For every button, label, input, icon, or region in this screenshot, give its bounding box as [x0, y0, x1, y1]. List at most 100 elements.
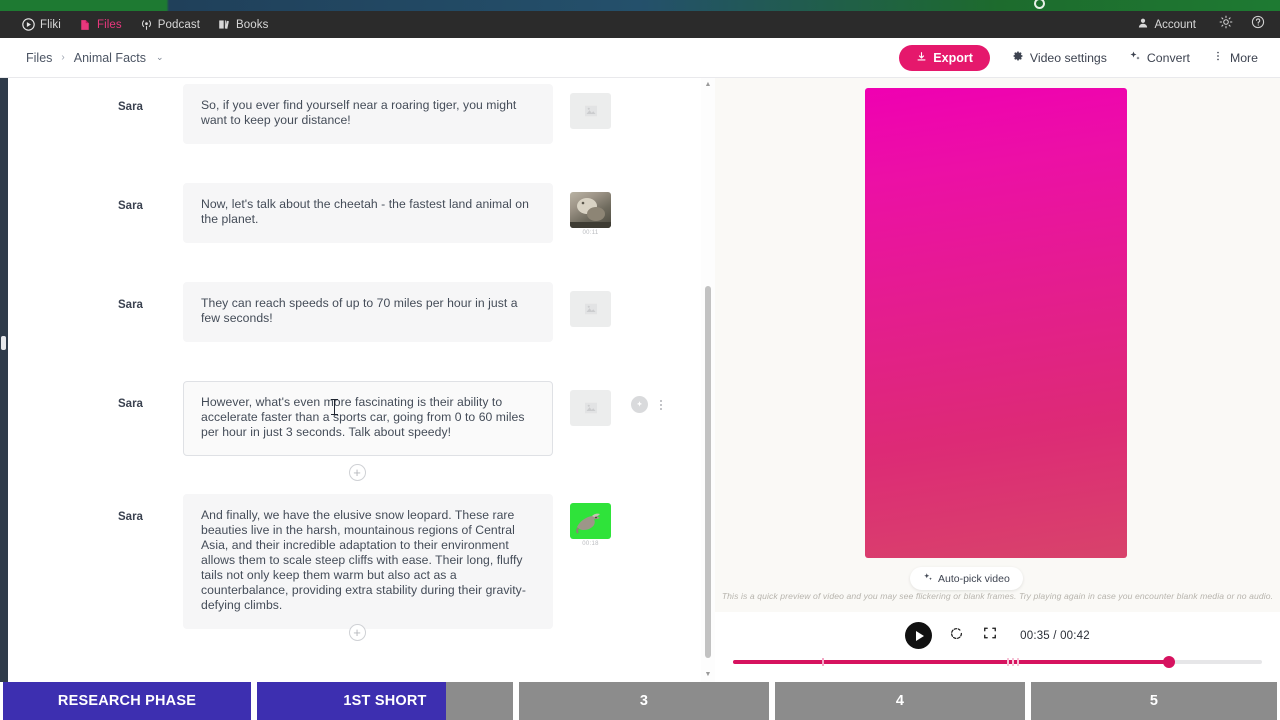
phase-item-4[interactable]: 4: [772, 682, 1028, 720]
video-settings-label: Video settings: [1029, 50, 1107, 65]
nav-item-files[interactable]: Files: [79, 18, 122, 31]
transcript-textbox[interactable]: However, what's even more fascinating is…: [183, 381, 553, 456]
phase-label: 5: [1149, 693, 1159, 709]
nav-item-books[interactable]: Books: [218, 18, 268, 31]
media-thumbnail[interactable]: [570, 291, 611, 327]
speaker-label: Sara: [118, 299, 143, 311]
image-placeholder-icon: [584, 105, 597, 117]
nav-item-files-label: Files: [96, 18, 122, 31]
media-thumbnail[interactable]: [570, 192, 611, 228]
fliki-logo-icon: [22, 18, 35, 31]
transcript-textbox[interactable]: And finally, we have the elusive snow le…: [183, 494, 553, 629]
auto-pick-video-button[interactable]: Auto-pick video: [910, 567, 1023, 590]
player-controls: 00:35 / 00:42: [715, 612, 1280, 682]
phase-item-research[interactable]: RESEARCH PHASE: [0, 682, 254, 720]
transcript-block: Sara They can reach speeds of up to 70 m…: [8, 282, 706, 342]
nav-item-podcast[interactable]: Podcast: [140, 18, 200, 31]
generate-media-button[interactable]: [631, 396, 648, 413]
transcript-media-slot: [553, 282, 703, 342]
phase-label: 1ST SHORT: [343, 693, 427, 709]
sparkle-icon: [1129, 50, 1141, 65]
speaker-label: Sara: [118, 398, 143, 410]
seek-segment-mark: [1012, 658, 1014, 666]
media-thumbnail[interactable]: [570, 93, 611, 129]
preview-note: This is a quick preview of video and you…: [721, 591, 1274, 601]
fullscreen-icon: [983, 626, 997, 645]
fullscreen-button[interactable]: [980, 626, 1000, 646]
replay-button[interactable]: [946, 626, 966, 646]
transcript-text-wrap: However, what's even more fascinating is…: [183, 381, 553, 456]
media-thumbnail[interactable]: [570, 503, 611, 539]
transcript-text-wrap: They can reach speeds of up to 70 miles …: [183, 282, 553, 342]
row-actions: [631, 396, 664, 413]
brand-fliki[interactable]: Fliki: [22, 18, 61, 31]
seek-fill: [733, 660, 1170, 664]
dot: [660, 407, 662, 410]
scroll-up-icon[interactable]: ▲: [704, 81, 712, 89]
transcript-block: Sara And finally, we have the elusive sn…: [8, 494, 706, 629]
sidebar-collapse-handle[interactable]: [1, 336, 6, 350]
file-icon: [79, 18, 92, 31]
brightness-icon: [1219, 15, 1233, 34]
snow-leopard-thumbnail-image: [576, 513, 600, 534]
add-block-button[interactable]: +: [348, 624, 366, 641]
more-label: More: [1229, 50, 1258, 65]
phase-label: 4: [895, 693, 905, 709]
transcript-scrollbar[interactable]: ▲ ▼: [701, 78, 715, 682]
transcript-block: Sara Now, let's talk about the cheetah -…: [8, 183, 706, 243]
account-button[interactable]: Account: [1137, 17, 1196, 32]
phase-progress-bar: RESEARCH PHASE 1ST SHORT 3 4 5: [0, 682, 1280, 720]
add-block-button[interactable]: +: [348, 464, 366, 481]
auto-pick-video-label: Auto-pick video: [938, 572, 1010, 585]
transcript-textbox[interactable]: So, if you ever find yourself near a roa…: [183, 84, 553, 144]
transcript-media-slot: 00:11: [553, 183, 703, 243]
row-more-button[interactable]: [658, 398, 664, 412]
transcript-text-wrap: And finally, we have the elusive snow le…: [183, 494, 553, 629]
speaker-label: Sara: [118, 200, 143, 212]
add-block-row: +: [8, 464, 706, 481]
convert-button[interactable]: Convert: [1129, 50, 1190, 65]
phase-item-3[interactable]: 3: [516, 682, 772, 720]
cheetah-thumbnail-image: [570, 198, 611, 228]
media-thumbnail[interactable]: [570, 390, 611, 426]
breadcrumb: Files › Animal Facts ⌄: [26, 51, 164, 65]
help-button[interactable]: [1248, 15, 1268, 35]
chevron-down-icon[interactable]: ⌄: [156, 52, 164, 63]
time-display: 00:35 / 00:42: [1020, 629, 1090, 642]
phase-label: RESEARCH PHASE: [57, 693, 197, 709]
transcript-panel: Sara So, if you ever find yourself near …: [8, 78, 706, 682]
theme-toggle-button[interactable]: [1216, 15, 1236, 35]
nav-item-podcast-label: Podcast: [157, 18, 200, 31]
play-button[interactable]: [905, 622, 933, 649]
video-preview-panel: Auto-pick video This is a quick preview …: [715, 78, 1280, 612]
brand-label: Fliki: [40, 18, 61, 31]
video-preview-canvas[interactable]: [865, 88, 1127, 558]
seek-bar[interactable]: [733, 656, 1262, 668]
transcript-media-slot: 00:18: [553, 494, 703, 629]
phase-item-5[interactable]: 5: [1028, 682, 1280, 720]
more-button[interactable]: More: [1212, 50, 1258, 65]
image-placeholder-icon: [584, 303, 597, 315]
seek-handle[interactable]: [1163, 656, 1175, 668]
transcript-text-wrap: Now, let's talk about the cheetah - the …: [183, 183, 553, 243]
transcript-block: Sara So, if you ever find yourself near …: [8, 84, 706, 144]
export-label: Export: [933, 50, 973, 65]
play-icon: [915, 630, 924, 641]
breadcrumb-separator: ›: [61, 52, 65, 63]
transcript-textbox[interactable]: Now, let's talk about the cheetah - the …: [183, 183, 553, 243]
export-button[interactable]: Export: [899, 44, 990, 71]
os-record-indicator-icon: [1034, 0, 1045, 9]
media-duration: 00:11: [582, 230, 599, 236]
nav-item-books-label: Books: [236, 18, 269, 31]
phase-item-1st-short[interactable]: 1ST SHORT: [254, 682, 516, 720]
convert-label: Convert: [1146, 50, 1190, 65]
sparkle-icon: [923, 572, 933, 585]
transcript-textbox[interactable]: They can reach speeds of up to 70 miles …: [183, 282, 553, 342]
scrollbar-thumb[interactable]: [705, 286, 711, 658]
breadcrumb-current[interactable]: Animal Facts: [74, 51, 146, 65]
breadcrumb-files[interactable]: Files: [26, 51, 52, 65]
help-circle-icon: [1251, 15, 1265, 34]
video-settings-button[interactable]: Video settings: [1012, 50, 1107, 65]
scroll-down-icon[interactable]: ▼: [704, 671, 712, 679]
book-icon: [218, 18, 231, 31]
